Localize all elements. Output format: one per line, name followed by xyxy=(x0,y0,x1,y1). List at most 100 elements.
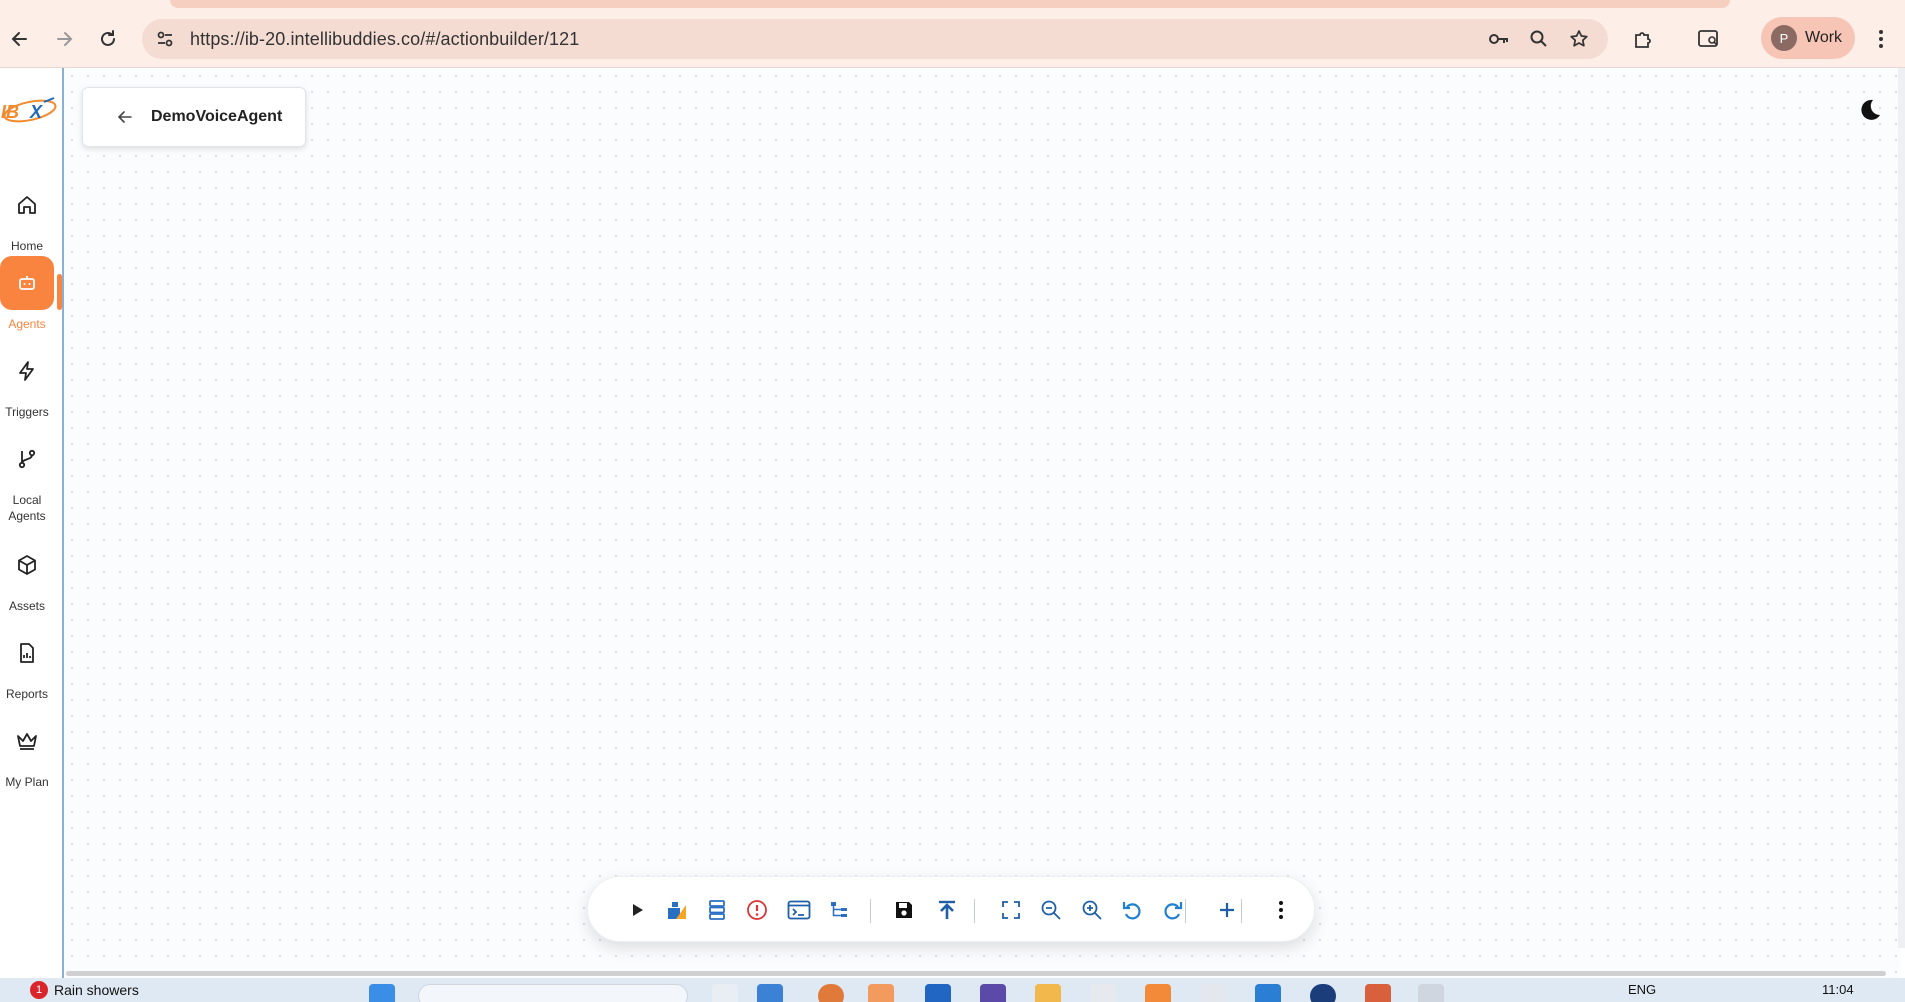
sidebar-item-label: Triggers xyxy=(5,405,49,419)
cube-icon xyxy=(0,538,54,592)
app-icon[interactable] xyxy=(1418,984,1444,1002)
save-button[interactable] xyxy=(888,894,920,926)
svg-text:IB: IB xyxy=(1,102,19,122)
weather-widget[interactable]: 1 Rain showers xyxy=(30,981,139,999)
site-info-button[interactable] xyxy=(150,24,180,54)
undo-button[interactable] xyxy=(1116,894,1148,926)
password-key-button[interactable] xyxy=(1484,24,1514,54)
vertical-scrollbar[interactable] xyxy=(1898,68,1905,948)
extensions-button[interactable] xyxy=(1626,22,1660,56)
sidebar-item-reports[interactable]: Reports xyxy=(0,626,54,702)
tree-icon xyxy=(831,902,847,917)
publish-button[interactable] xyxy=(931,894,963,926)
star-icon xyxy=(1570,30,1588,47)
zoom-out-button[interactable] xyxy=(1035,894,1067,926)
tree-view-button[interactable] xyxy=(823,894,855,926)
horizontal-scrollbar[interactable] xyxy=(66,971,1886,976)
agent-title: DemoVoiceAgent xyxy=(151,108,283,125)
sidebar-item-my-plan[interactable]: My Plan xyxy=(0,714,54,790)
robot-icon xyxy=(0,256,54,310)
undo-icon xyxy=(1122,902,1141,920)
back-button[interactable] xyxy=(5,24,35,54)
app-icon[interactable] xyxy=(1365,984,1391,1002)
toolbar-divider xyxy=(1185,899,1186,923)
kebab-icon xyxy=(1279,901,1283,919)
app-icon[interactable] xyxy=(757,984,783,1002)
app-icon[interactable] xyxy=(1255,984,1281,1002)
os-taskbar: 1 Rain showers ENG 11:04 xyxy=(0,978,1905,1002)
toolbar-divider xyxy=(870,899,871,923)
sidebar-item-assets[interactable]: Assets xyxy=(0,538,54,614)
magnifier-icon xyxy=(1530,30,1547,47)
reload-icon xyxy=(101,30,115,46)
console-button[interactable] xyxy=(783,894,815,926)
app-icon[interactable] xyxy=(818,984,844,1002)
active-indicator xyxy=(57,274,62,310)
sidebar-item-label: Reports xyxy=(5,687,49,701)
clock-time[interactable]: 11:04 xyxy=(1822,982,1854,997)
toolbar-divider xyxy=(974,899,975,923)
arrow-right-icon xyxy=(57,32,73,46)
database-button[interactable] xyxy=(701,894,733,926)
errors-button[interactable] xyxy=(741,894,773,926)
flow-canvas[interactable] xyxy=(64,68,1900,978)
taskbar-search[interactable] xyxy=(418,984,688,1002)
app-icon[interactable] xyxy=(980,984,1006,1002)
zoom-in-icon xyxy=(1082,900,1102,920)
language-indicator[interactable]: ENG xyxy=(1628,982,1656,997)
sidebar-item-local-agents[interactable]: Local Agents xyxy=(0,432,54,524)
key-icon xyxy=(1489,34,1508,44)
upload-icon xyxy=(939,900,955,919)
more-options-button[interactable] xyxy=(1265,894,1297,926)
sidebar-item-home[interactable]: Home xyxy=(0,178,54,254)
side-panel-button[interactable] xyxy=(1692,22,1726,56)
reload-button[interactable] xyxy=(93,24,123,54)
home-icon xyxy=(0,178,54,232)
run-button[interactable] xyxy=(621,894,653,926)
fit-view-button[interactable] xyxy=(995,894,1027,926)
bookmark-button[interactable] xyxy=(1564,24,1594,54)
sidebar-item-label: Assets xyxy=(8,599,45,613)
app-icon[interactable] xyxy=(1145,984,1171,1002)
side-panel-icon xyxy=(1698,30,1718,47)
back-arrow-icon[interactable] xyxy=(117,109,133,125)
address-bar[interactable]: https://ib-20.intellibuddies.co/#/action… xyxy=(142,19,1608,59)
folder-icon[interactable] xyxy=(1035,984,1061,1002)
kebab-icon xyxy=(1879,30,1883,48)
database-icon xyxy=(709,900,725,920)
play-icon xyxy=(633,904,643,916)
app-icon[interactable] xyxy=(1310,984,1336,1002)
browser-menu-button[interactable] xyxy=(1864,22,1898,56)
app-icon[interactable] xyxy=(1200,984,1226,1002)
app-icon[interactable] xyxy=(868,984,894,1002)
start-icon[interactable] xyxy=(369,984,395,1002)
add-node-button[interactable] xyxy=(1211,894,1243,926)
app-icon[interactable] xyxy=(925,984,951,1002)
ibx-logo: IB X xyxy=(1,97,57,123)
zoom-in-button[interactable] xyxy=(1076,894,1108,926)
sidebar-item-triggers[interactable]: Triggers xyxy=(0,344,54,420)
app-icon[interactable] xyxy=(712,984,738,1002)
redo-icon xyxy=(1164,902,1183,920)
toolbar-divider xyxy=(1241,899,1242,923)
sidebar-item-label: Agents xyxy=(8,317,46,331)
sidebar: IB X Home Agents Triggers Local Agents A… xyxy=(0,68,64,978)
error-icon xyxy=(747,900,767,920)
sidebar-item-label: Home xyxy=(10,239,43,253)
zoom-out-icon xyxy=(1041,900,1061,920)
variables-button[interactable] xyxy=(661,894,693,926)
moon-icon[interactable] xyxy=(1855,96,1883,124)
sidebar-item-label: My Plan xyxy=(5,775,49,789)
puzzle-icon xyxy=(1635,32,1651,48)
forward-button[interactable] xyxy=(49,24,79,54)
sidebar-item-label: Local Agents xyxy=(8,493,46,523)
lightning-icon xyxy=(0,344,54,398)
url-text[interactable]: https://ib-20.intellibuddies.co/#/action… xyxy=(190,29,579,50)
zoom-indicator-button[interactable] xyxy=(1524,24,1554,54)
app-icon[interactable] xyxy=(1090,984,1116,1002)
crown-icon xyxy=(0,714,54,768)
avatar: P xyxy=(1771,25,1797,51)
profile-button[interactable]: P Work xyxy=(1761,17,1855,59)
sidebar-item-agents[interactable]: Agents xyxy=(0,256,54,332)
tab-strip xyxy=(170,0,1730,8)
